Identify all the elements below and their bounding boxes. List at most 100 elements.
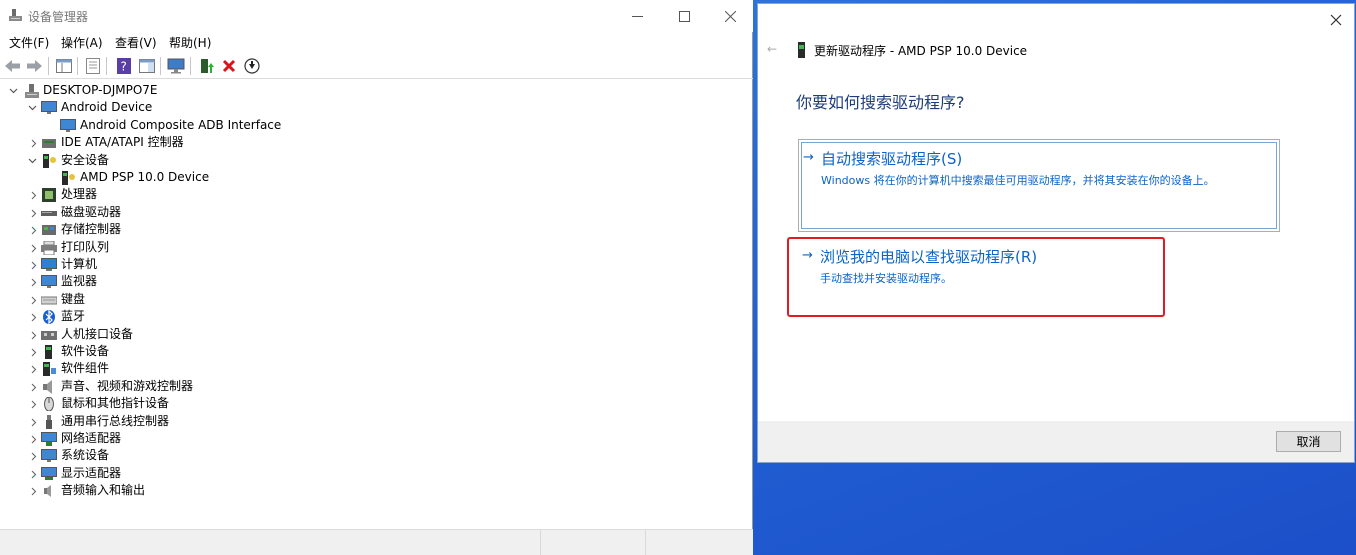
monitor-icon [41, 275, 57, 289]
tree-category-item-15[interactable]: 鼠标和其他指针设备 [0, 395, 753, 412]
scan-hardware-button[interactable] [167, 57, 185, 75]
tree-device-item[interactable]: AMD PSP 10.0 Device [0, 169, 753, 186]
device-tree[interactable]: DESKTOP-DJMPO7E Android Device Android Co… [0, 82, 753, 529]
monitor-icon [60, 119, 76, 133]
tree-category-label: 鼠标和其他指针设备 [61, 396, 170, 410]
tree-category-item-16[interactable]: 通用串行总线控制器 [0, 413, 753, 430]
tree-category-label: 通用串行总线控制器 [61, 414, 170, 428]
tree-category-item-8[interactable]: 监视器 [0, 273, 753, 290]
device-manager-titlebar[interactable]: 设备管理器 [0, 0, 753, 32]
tree-category-ide-ata-atapi[interactable]: IDE ATA/ATAPI 控制器 [0, 134, 753, 151]
chevron-right-icon[interactable] [29, 190, 39, 200]
uninstall-device-icon [222, 59, 236, 73]
show-hide-tree-icon [56, 59, 72, 73]
toolbar-separator [77, 57, 78, 75]
chevron-down-icon[interactable] [8, 86, 18, 96]
status-divider [540, 530, 541, 555]
tree-category-item-4[interactable]: 磁盘驱动器 [0, 204, 753, 221]
forward-button[interactable] [25, 57, 43, 75]
security-device-icon [60, 171, 76, 185]
dialog-header-title: 更新驱动程序 - AMD PSP 10.0 Device [814, 44, 1028, 58]
software-device-icon [41, 345, 57, 359]
help-button[interactable]: ? [115, 57, 133, 75]
back-button[interactable] [4, 57, 22, 75]
auto-search-title: 自动搜索驱动程序(S) [821, 150, 963, 168]
auto-search-option[interactable]: → 自动搜索驱动程序(S) Windows 将在你的计算机中搜索最佳可用驱动程序… [798, 139, 1280, 232]
tree-category-item-12[interactable]: 软件设备 [0, 343, 753, 360]
tree-category-android-device[interactable]: Android Device [0, 99, 753, 116]
chevron-right-icon[interactable] [29, 486, 39, 496]
chevron-right-icon[interactable] [29, 225, 39, 235]
chevron-down-icon[interactable] [27, 156, 37, 166]
update-driver-icon [201, 59, 214, 73]
back-button[interactable]: ← [767, 42, 777, 56]
tree-category-label: 打印队列 [61, 240, 110, 254]
properties-button[interactable] [84, 57, 102, 75]
tree-category-item-5[interactable]: 存储控制器 [0, 221, 753, 238]
toolbar-separator [48, 57, 49, 75]
monitor-icon [41, 101, 57, 115]
menu-file[interactable]: 文件(F) [9, 34, 49, 51]
disable-device-button[interactable] [243, 57, 261, 75]
mouse-icon [41, 397, 57, 411]
action-pane-button[interactable] [138, 57, 156, 75]
tree-category-item-20[interactable]: 音频输入和输出 [0, 482, 753, 499]
chevron-right-icon[interactable] [29, 295, 39, 305]
tree-category-item-7[interactable]: 计算机 [0, 256, 753, 273]
tree-category-item-14[interactable]: 声音、视频和游戏控制器 [0, 378, 753, 395]
chevron-down-icon[interactable] [27, 103, 37, 113]
tree-device-item[interactable]: Android Composite ADB Interface [0, 117, 753, 134]
window-title: 设备管理器 [28, 10, 89, 24]
tree-category-item-18[interactable]: 系统设备 [0, 447, 753, 464]
chevron-right-icon[interactable] [29, 260, 39, 270]
cancel-button[interactable]: 取消 [1276, 431, 1341, 452]
tree-category-item-19[interactable]: 显示适配器 [0, 465, 753, 482]
chevron-right-icon[interactable] [29, 347, 39, 357]
dialog-close-icon[interactable] [1328, 12, 1344, 28]
tree-category-item-13[interactable]: 软件组件 [0, 360, 753, 377]
show-hide-tree-button[interactable] [55, 57, 73, 75]
tree-category-label: 软件组件 [61, 361, 110, 375]
tree-category-item-10[interactable]: 蓝牙 [0, 308, 753, 325]
tree-category-item-9[interactable]: 键盘 [0, 291, 753, 308]
chevron-right-icon[interactable] [29, 208, 39, 218]
maximize-button[interactable] [661, 2, 707, 30]
tree-category-label: 显示适配器 [61, 466, 122, 480]
forward-arrow-icon [27, 60, 42, 72]
chevron-right-icon[interactable] [29, 417, 39, 427]
tree-category-item-6[interactable]: 打印队列 [0, 239, 753, 256]
chevron-right-icon[interactable] [29, 277, 39, 287]
chevron-right-icon[interactable] [29, 382, 39, 392]
tree-root[interactable]: DESKTOP-DJMPO7E [0, 82, 753, 99]
chevron-right-icon[interactable] [29, 312, 39, 322]
auto-search-description: Windows 将在你的计算机中搜索最佳可用驱动程序，并将其安装在你的设备上。 [821, 174, 1215, 187]
chevron-right-icon[interactable] [29, 399, 39, 409]
update-driver-button[interactable] [198, 57, 216, 75]
tree-category-item-3[interactable]: 处理器 [0, 186, 753, 203]
tree-category-item-11[interactable]: 人机接口设备 [0, 326, 753, 343]
security-device-icon [798, 42, 805, 58]
menu-help[interactable]: 帮助(H) [169, 34, 211, 51]
chevron-right-icon[interactable] [29, 330, 39, 340]
uninstall-device-button[interactable] [220, 57, 238, 75]
tree-category-item-2[interactable]: 安全设备 [0, 152, 753, 169]
processor-icon [41, 188, 57, 202]
minimize-button[interactable] [614, 2, 660, 30]
menu-view[interactable]: 查看(V) [115, 34, 157, 51]
tree-category-item-17[interactable]: 网络适配器 [0, 430, 753, 447]
tree-device-label: AMD PSP 10.0 Device [80, 170, 210, 184]
chevron-right-icon[interactable] [29, 469, 39, 479]
toolbar-separator [160, 57, 161, 75]
close-button[interactable] [707, 2, 753, 30]
menu-action[interactable]: 操作(A) [61, 34, 103, 51]
chevron-right-icon[interactable] [29, 451, 39, 461]
hid-icon [41, 328, 57, 342]
disk-drive-icon [41, 206, 57, 220]
chevron-right-icon[interactable] [29, 138, 39, 148]
storage-controller-icon [41, 223, 57, 237]
software-component-icon [41, 362, 57, 376]
chevron-right-icon[interactable] [29, 243, 39, 253]
tree-category-label: 计算机 [61, 257, 98, 271]
chevron-right-icon[interactable] [29, 434, 39, 444]
chevron-right-icon[interactable] [29, 364, 39, 374]
